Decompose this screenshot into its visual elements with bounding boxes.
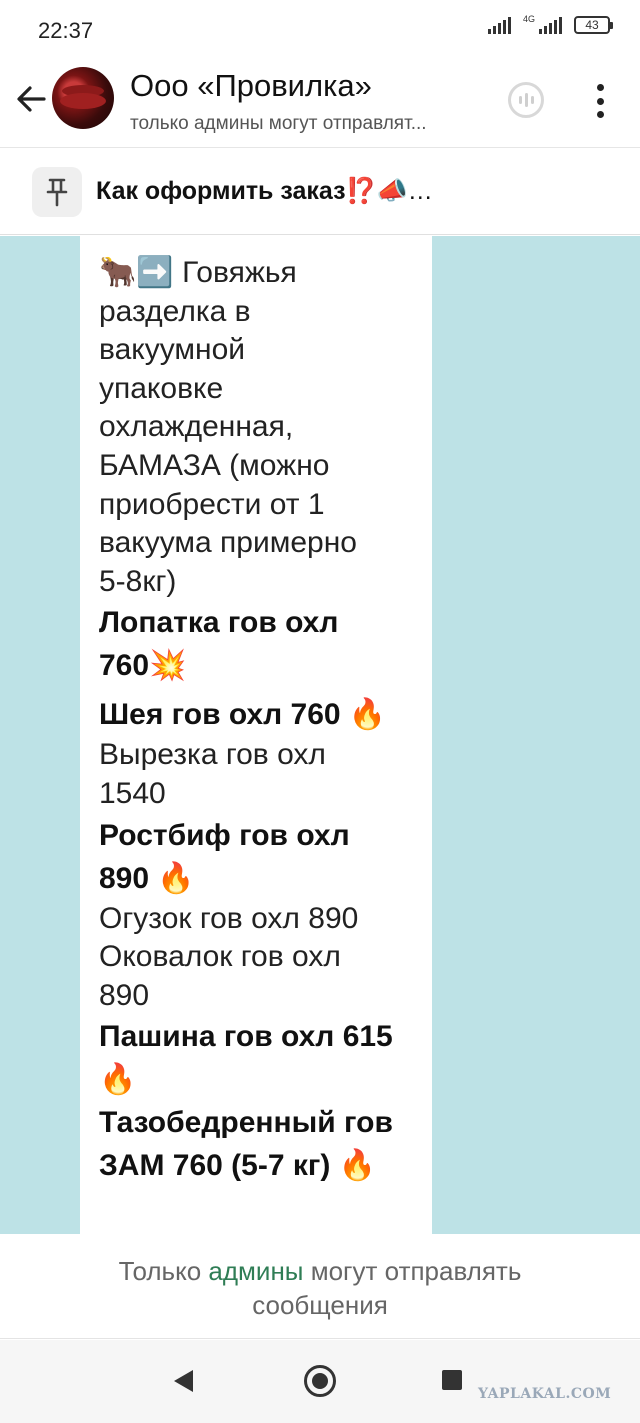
message-line: 🐂➡️ Говяжья: [99, 256, 297, 289]
notice-line-1: Только админы могут отправлять: [118, 1256, 522, 1286]
message-line: разделка в: [99, 294, 251, 328]
message-line: вакуума примерно: [99, 526, 357, 560]
collision-emoji: 💥: [149, 649, 187, 683]
admins-link[interactable]: админы: [208, 1256, 303, 1286]
battery-level: 43: [585, 18, 599, 32]
nav-home-icon[interactable]: [304, 1365, 336, 1397]
message-line: 890: [99, 978, 150, 1012]
pinned-message-text: Как оформить заказ⁉️📣…: [96, 177, 433, 206]
pin-icon: [32, 167, 82, 217]
message-line: Огузок гов охл 890: [99, 901, 359, 935]
message-line: 5-8кг): [99, 564, 177, 598]
back-arrow-icon[interactable]: [14, 82, 48, 116]
chat-avatar[interactable]: [52, 67, 114, 129]
ox-arrow-emoji: 🐂➡️: [99, 256, 174, 289]
network-type-label: 4G: [522, 14, 535, 24]
nav-back-icon[interactable]: [174, 1370, 193, 1392]
status-icons: 4G 43: [487, 14, 613, 34]
pinned-title: Как оформить заказ: [96, 177, 346, 205]
more-options-icon[interactable]: [590, 84, 610, 118]
message-line: 760💥: [99, 649, 187, 683]
notice-line-2: сообщения: [252, 1290, 388, 1320]
status-time: 22:37: [38, 18, 94, 43]
message-line: Ростбиф гов охл: [99, 818, 350, 852]
message-line: Оковалок гов охл: [99, 940, 341, 974]
fire-emoji: 🔥: [99, 1063, 137, 1097]
admins-only-notice: Только админы могут отправлять сообщения: [0, 1234, 640, 1339]
message-line: упаковке: [99, 371, 224, 405]
message-line: 890 🔥: [99, 861, 195, 895]
message-bubble[interactable]: 🐂➡️ Говяжья разделка в вакуумной упаковк…: [80, 236, 432, 1234]
message-line: вакуумной: [99, 333, 246, 367]
message-line: Тазобедренный гов: [99, 1106, 393, 1140]
message-line: охлажденная,: [99, 410, 294, 444]
battery-icon: 43: [574, 16, 613, 34]
signal-4g-icon: [539, 16, 562, 34]
chat-subtitle[interactable]: только админы могут отправлят...: [130, 113, 427, 135]
message-line: 🔥: [99, 1058, 432, 1101]
system-nav-bar: YAPLAKAL.COM: [0, 1340, 640, 1423]
message-line: Пашина гов охл 615: [99, 1020, 393, 1054]
pinned-message[interactable]: Как оформить заказ⁉️📣…: [0, 149, 640, 235]
pinned-emoji: ⁉️📣…: [345, 177, 433, 205]
chat-title[interactable]: Ооо «Провилка»: [130, 68, 372, 104]
fire-emoji: 🔥: [348, 698, 387, 732]
message-line: Лопатка гов охл: [99, 606, 339, 640]
status-bar: 22:37 4G 43: [0, 0, 640, 62]
message-line: 1540: [99, 776, 166, 810]
message-line: ЗАМ 760 (5-7 кг) 🔥: [99, 1149, 377, 1183]
message-line: Вырезка гов охл: [99, 738, 326, 772]
signal-icon: [487, 16, 511, 34]
voice-chat-icon[interactable]: [508, 82, 544, 118]
nav-recents-icon[interactable]: [442, 1370, 462, 1390]
fire-emoji: 🔥: [338, 1149, 377, 1183]
watermark: YAPLAKAL.COM: [478, 1386, 612, 1402]
message-line: приобрести от 1: [99, 487, 325, 521]
chat-area[interactable]: 🐂➡️ Говяжья разделка в вакуумной упаковк…: [0, 236, 640, 1234]
message-line: Шея гов охл 760 🔥: [99, 698, 387, 732]
chat-header: Ооо «Провилка» только админы могут отпра…: [0, 62, 640, 148]
fire-emoji: 🔥: [157, 861, 195, 895]
message-line: БАМАЗА (можно: [99, 448, 330, 482]
